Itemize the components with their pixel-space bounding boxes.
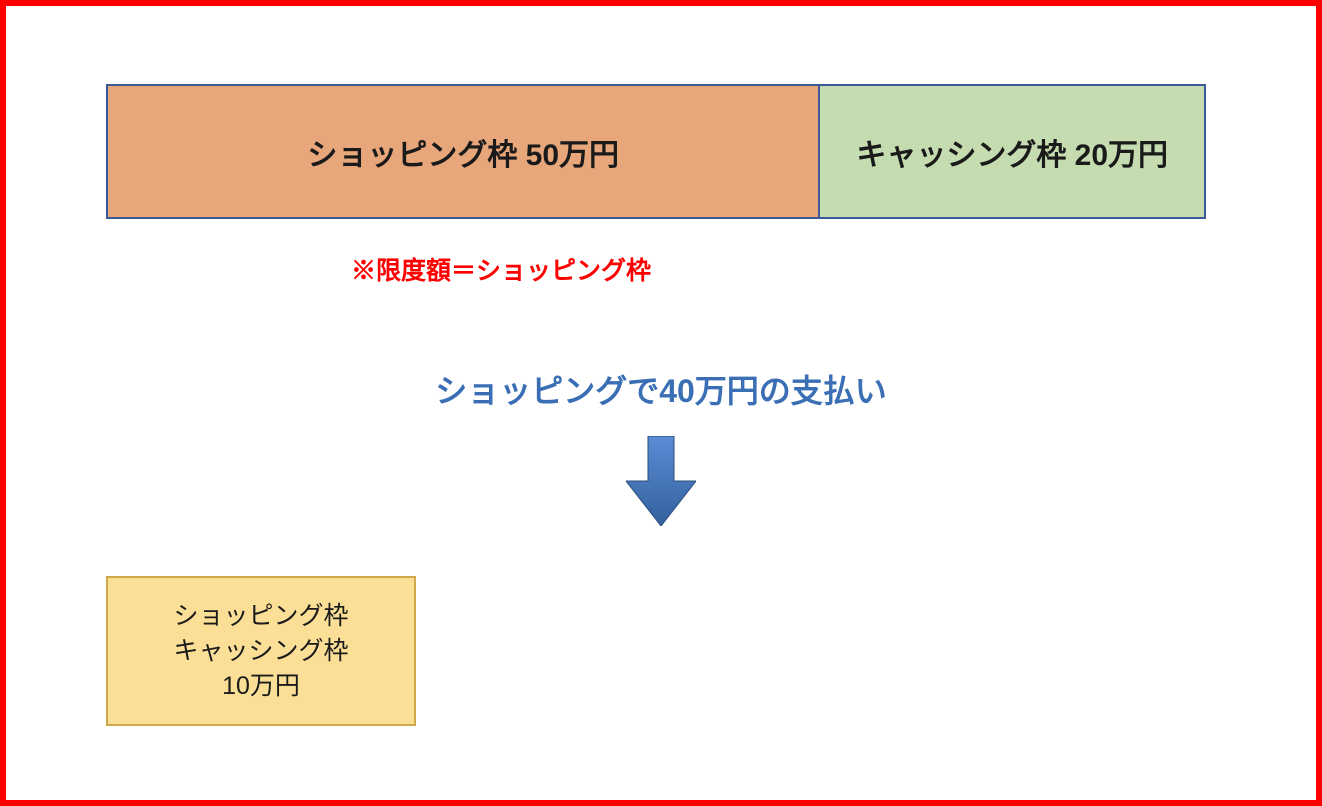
remaining-limit-box: ショッピング枠 キャッシング枠 10万円 — [106, 576, 416, 726]
cashing-limit-box: キャッシング枠 20万円 — [820, 84, 1206, 219]
shopping-limit-box: ショッピング枠 50万円 — [106, 84, 820, 219]
shopping-limit-label: ショッピング枠 50万円 — [307, 130, 619, 174]
result-line-3: 10万円 — [222, 669, 300, 704]
cashing-limit-label: キャッシング枠 20万円 — [856, 130, 1168, 174]
down-arrow-icon — [626, 436, 696, 526]
result-line-1: ショッピング枠 — [173, 599, 348, 634]
credit-limit-bar: ショッピング枠 50万円 キャッシング枠 20万円 — [106, 84, 1206, 219]
limit-note: ※限度額＝ショッピング枠 — [351, 251, 651, 287]
payment-description: ショッピングで40万円の支払い — [6, 366, 1316, 412]
result-line-2: キャッシング枠 — [173, 634, 348, 669]
